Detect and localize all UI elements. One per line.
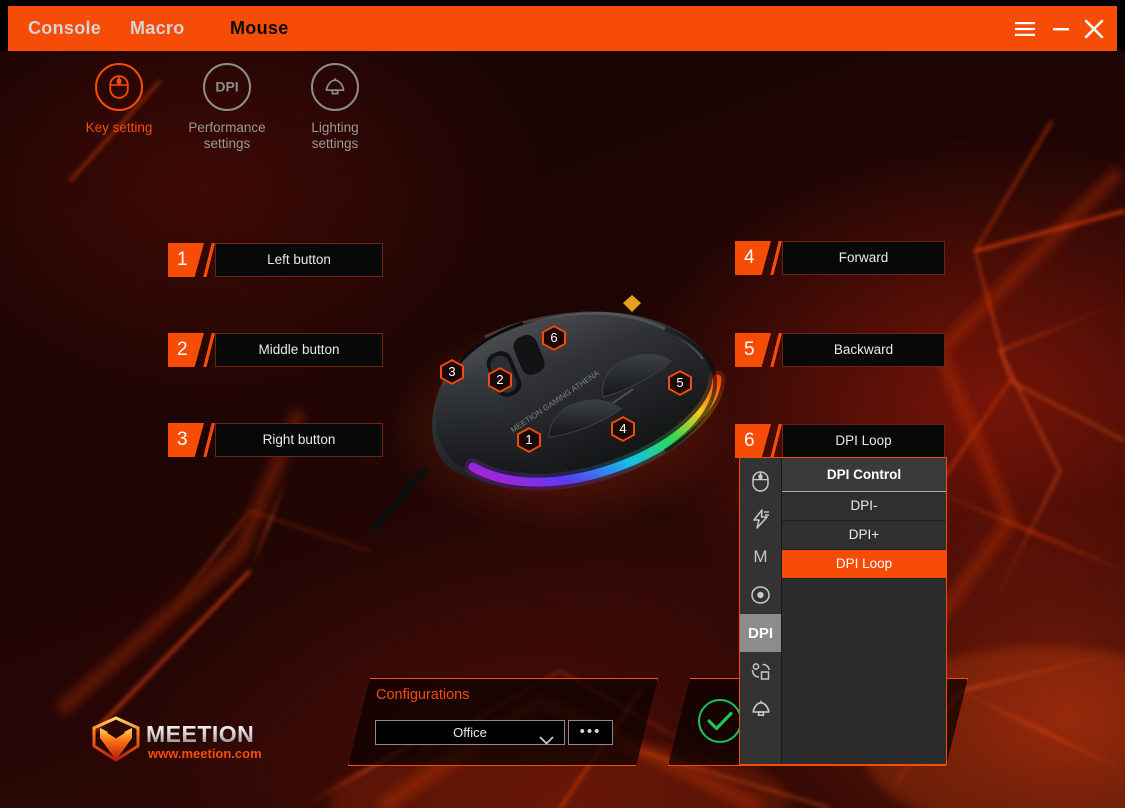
mouse-product-image: MEETION GAMING ATHENA 1 2 3 4 5 6 (365, 285, 755, 550)
chevron-down-icon (539, 729, 554, 752)
dpi-icon: DPI (203, 63, 251, 111)
key-number-1: 1 (168, 243, 204, 277)
tab-console[interactable]: Console (28, 6, 101, 51)
dropdown-header: DPI Control (782, 458, 946, 492)
dropdown-item-dpi-minus[interactable]: DPI- (782, 492, 946, 521)
key-number-4: 4 (735, 241, 771, 275)
brand-url: www.meetion.com (148, 746, 262, 761)
dropdown-item-dpi-plus[interactable]: DPI+ (782, 521, 946, 550)
key-row-6[interactable]: 6 DPI Loop (735, 424, 945, 458)
nav-item-performance-settings[interactable]: DPI Performance settings (186, 63, 268, 151)
lamp-icon (311, 63, 359, 111)
tab-macro[interactable]: Macro (130, 6, 185, 51)
dropdown-category-sidebar: M DPI (740, 458, 782, 764)
key-label-6[interactable]: DPI Loop (782, 424, 945, 458)
profile-select-value: Office (453, 725, 487, 740)
sidebar-icon-mouse[interactable] (740, 462, 781, 500)
tab-mouse[interactable]: Mouse (230, 6, 289, 51)
key-slash (201, 243, 215, 277)
sidebar-icon-macro-label: M (753, 547, 767, 567)
key-row-4[interactable]: 4 Forward (735, 241, 945, 275)
svg-text:MEETION: MEETION (146, 721, 254, 747)
key-label-5[interactable]: Backward (782, 333, 945, 367)
settings-nav: Key setting DPI Performance settings Lig… (78, 63, 376, 151)
key-label-2[interactable]: Middle button (215, 333, 383, 367)
check-circle-icon[interactable] (698, 699, 742, 743)
mouse-illustration: MEETION GAMING ATHENA (365, 285, 755, 550)
dropdown-item-list: DPI Control DPI- DPI+ DPI Loop (782, 458, 946, 764)
sidebar-icon-media[interactable] (740, 576, 781, 614)
sidebar-icon-dpi[interactable]: DPI (740, 614, 781, 652)
configurations-panel: Configurations Office ••• (348, 678, 658, 766)
nav-label-lighting-settings: Lighting settings (294, 120, 376, 151)
sidebar-icon-macro[interactable]: M (740, 538, 781, 576)
key-slash (768, 333, 782, 367)
nav-item-lighting-settings[interactable]: Lighting settings (294, 63, 376, 151)
brand-logo: MEETION www.meetion.com (88, 716, 263, 764)
key-slash (768, 424, 782, 458)
svg-text:DPI: DPI (215, 79, 238, 95)
key-row-3[interactable]: 3 Right button (168, 423, 383, 457)
key-slash (768, 241, 782, 275)
key-slash (201, 423, 215, 457)
application-window: Console Macro Mouse (0, 0, 1125, 808)
profile-select[interactable]: Office (375, 720, 565, 745)
mouse-icon (95, 63, 143, 111)
key-row-5[interactable]: 5 Backward (735, 333, 945, 367)
nav-label-performance-settings: Performance settings (186, 120, 268, 151)
title-bar: Console Macro Mouse (8, 6, 1117, 51)
sidebar-icon-combo[interactable] (740, 652, 781, 690)
key-number-3: 3 (168, 423, 204, 457)
key-label-4[interactable]: Forward (782, 241, 945, 275)
nav-item-key-setting[interactable]: Key setting (78, 63, 160, 151)
hamburger-menu-icon[interactable] (1008, 6, 1042, 51)
key-row-1[interactable]: 1 Left button (168, 243, 383, 277)
sidebar-icon-dpi-label: DPI (748, 625, 773, 642)
sidebar-icon-lightning[interactable] (740, 500, 781, 538)
close-icon[interactable] (1077, 6, 1111, 51)
key-label-3[interactable]: Right button (215, 423, 383, 457)
dpi-control-dropdown: M DPI (739, 457, 947, 765)
key-row-2[interactable]: 2 Middle button (168, 333, 383, 367)
key-number-2: 2 (168, 333, 204, 367)
key-label-1[interactable]: Left button (215, 243, 383, 277)
key-slash (201, 333, 215, 367)
sidebar-icon-lighting[interactable] (740, 690, 781, 728)
minimize-icon[interactable] (1044, 6, 1078, 51)
configurations-title: Configurations (376, 687, 470, 703)
profile-more-button[interactable]: ••• (568, 720, 613, 745)
dropdown-item-dpi-loop[interactable]: DPI Loop (782, 550, 946, 579)
nav-label-key-setting: Key setting (78, 120, 160, 136)
